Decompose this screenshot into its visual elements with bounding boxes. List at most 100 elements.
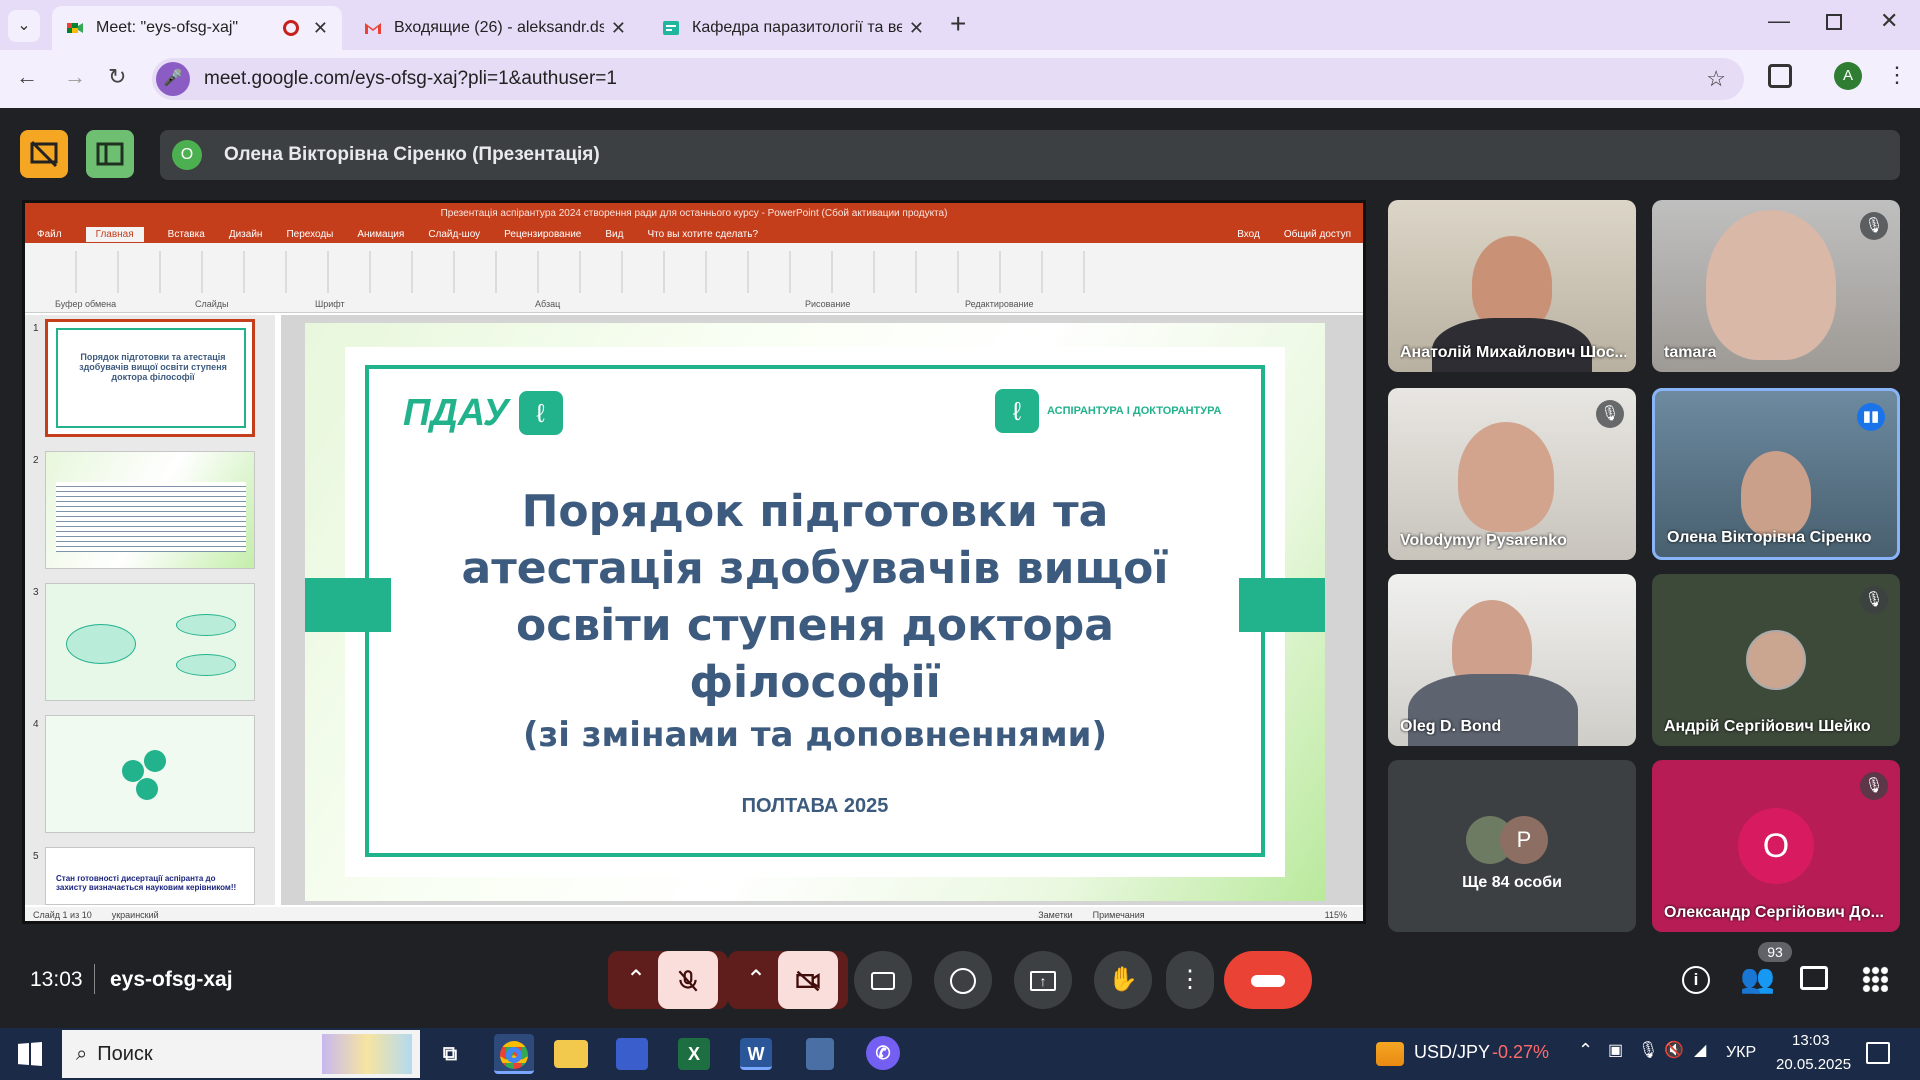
close-icon[interactable]: ✕ bbox=[611, 18, 626, 39]
search-highlight-image bbox=[322, 1034, 412, 1074]
meeting-details-button[interactable]: i bbox=[1682, 966, 1710, 994]
excel-icon[interactable]: X bbox=[678, 1038, 710, 1070]
profile-avatar[interactable]: A bbox=[1834, 62, 1862, 90]
bookmark-star-icon[interactable]: ☆ bbox=[1706, 66, 1726, 92]
participant-tile[interactable]: 🎙 Volodymyr Pysarenko bbox=[1388, 388, 1636, 560]
status-zoom: 115% bbox=[1324, 910, 1347, 920]
more-options-button[interactable]: ⋮ bbox=[1166, 951, 1214, 1009]
taskbar-search[interactable]: ⌕ Поиск bbox=[62, 1030, 420, 1078]
slide-thumbnail bbox=[45, 715, 255, 833]
raise-hand-button[interactable]: ✋ bbox=[1094, 951, 1152, 1009]
thumb-number: 2 bbox=[33, 455, 39, 466]
ticker-symbol[interactable]: USD/JPY bbox=[1414, 1042, 1490, 1063]
tray-overflow-icon[interactable]: ⌃ bbox=[1578, 1040, 1593, 1061]
participant-tile[interactable]: 🎙 tamara bbox=[1652, 200, 1900, 372]
url-text: meet.google.com/eys-ofsg-xaj?pli=1&authu… bbox=[204, 68, 617, 89]
participant-tile[interactable]: 🎙 Андрій Сергійович Шейко bbox=[1652, 574, 1900, 746]
reactions-button[interactable] bbox=[934, 951, 992, 1009]
task-view-button[interactable]: ⧉ bbox=[430, 1034, 470, 1074]
status-comments: Примечания bbox=[1092, 910, 1145, 920]
tab-meet[interactable]: Meet: "eys-ofsg-xaj" ✕ bbox=[52, 6, 342, 50]
close-icon[interactable]: ✕ bbox=[909, 18, 924, 39]
people-button[interactable]: 👥 bbox=[1740, 962, 1775, 995]
mic-off-icon: 🎙 bbox=[1860, 772, 1888, 800]
tab-sites[interactable]: Кафедра паразитології та вете ✕ bbox=[648, 6, 938, 50]
gmail-icon bbox=[365, 23, 381, 34]
google-meet-icon bbox=[67, 23, 83, 33]
tab-gmail[interactable]: Входящие (26) - aleksandr.ds86 ✕ bbox=[350, 6, 640, 50]
meet-tray-icon[interactable]: ▣ bbox=[1608, 1040, 1623, 1060]
participant-name: Олександр Сергійович До... bbox=[1664, 904, 1884, 921]
browser-menu-icon[interactable]: ⋮ bbox=[1886, 62, 1908, 88]
captions-icon bbox=[871, 971, 895, 990]
restore-button[interactable] bbox=[1826, 14, 1842, 30]
ppt-menu-design: Дизайн bbox=[228, 228, 263, 240]
minimize-button[interactable]: — bbox=[1768, 8, 1790, 34]
extensions-icon[interactable] bbox=[1768, 64, 1792, 88]
emoji-icon bbox=[950, 967, 976, 994]
more-participants-tile[interactable]: P Ще 84 особи bbox=[1388, 760, 1636, 932]
end-call-icon bbox=[1251, 974, 1285, 987]
new-tab-button[interactable]: + bbox=[950, 8, 966, 40]
leaf-logo-icon: ℓ bbox=[995, 389, 1039, 433]
clock-date[interactable]: 20.05.2025 bbox=[1776, 1056, 1851, 1073]
volume-muted-icon[interactable]: 🔇 bbox=[1664, 1040, 1684, 1060]
close-icon[interactable]: ✕ bbox=[313, 18, 328, 39]
clock-time[interactable]: 13:03 bbox=[1792, 1032, 1830, 1049]
ribbon-group-clipboard: Буфер обмена bbox=[55, 299, 117, 309]
present-now-button[interactable]: ↑ bbox=[1014, 951, 1072, 1009]
chrome-taskbar-icon[interactable] bbox=[494, 1034, 534, 1074]
slide-band-left bbox=[305, 578, 391, 632]
ppt-menu-insert: Вставка bbox=[167, 228, 205, 240]
file-explorer-icon[interactable] bbox=[554, 1040, 588, 1068]
camera-toggle-button[interactable] bbox=[778, 951, 838, 1009]
tab-search-button[interactable]: ⌄ bbox=[8, 10, 40, 42]
ppt-ribbon: Буфер обмена Слайды Шрифт Абзац Рисовани… bbox=[25, 243, 1363, 313]
ppt-menu-home: Главная bbox=[85, 226, 144, 242]
layout-button[interactable] bbox=[86, 130, 134, 178]
forward-button[interactable]: → bbox=[64, 64, 86, 90]
ppt-menu-view: Вид bbox=[605, 228, 624, 240]
present-off-icon bbox=[30, 140, 58, 168]
word-icon[interactable]: W bbox=[740, 1038, 772, 1070]
calculator-icon[interactable] bbox=[806, 1038, 834, 1070]
slide-thumbnail bbox=[45, 583, 255, 701]
captions-button[interactable] bbox=[854, 951, 912, 1009]
keyboard-language[interactable]: УКР bbox=[1726, 1044, 1756, 1062]
leave-call-button[interactable] bbox=[1224, 951, 1312, 1009]
viber-icon[interactable]: ✆ bbox=[866, 1036, 900, 1070]
presenter-avatar: O bbox=[172, 140, 202, 170]
chat-button[interactable] bbox=[1800, 966, 1828, 990]
ribbon-group-drawing: Рисование bbox=[805, 299, 851, 309]
mic-toggle-button[interactable] bbox=[658, 951, 718, 1009]
activities-button[interactable] bbox=[1862, 966, 1888, 992]
ribbon-controls bbox=[35, 251, 1115, 293]
participant-tile[interactable]: Oleg D. Bond bbox=[1388, 574, 1636, 746]
layout-icon bbox=[96, 142, 124, 166]
address-bar[interactable]: 🎤 meet.google.com/eys-ofsg-xaj?pli=1&aut… bbox=[152, 58, 1744, 100]
divider bbox=[94, 964, 95, 994]
pdau-logo: ПДАУ ℓ bbox=[403, 391, 563, 435]
notifications-icon[interactable] bbox=[1866, 1042, 1890, 1064]
ppt-menu-file: Файл bbox=[37, 228, 62, 240]
speaking-icon: ▮▮ bbox=[1857, 403, 1885, 431]
microphone-tray-icon[interactable]: 🎙 bbox=[1638, 1040, 1658, 1060]
back-button[interactable]: ← bbox=[16, 64, 38, 90]
participant-tile[interactable]: Анатолій Михайлович Шос... bbox=[1388, 200, 1636, 372]
reload-button[interactable]: ↻ bbox=[108, 64, 126, 90]
stop-presenting-button[interactable] bbox=[20, 130, 68, 178]
slide-title: Порядок підготовки та атестація здобувач… bbox=[461, 486, 1169, 708]
ribbon-group-slides: Слайды bbox=[195, 299, 229, 309]
presentation-stage: Презентація аспірантура 2024 створення р… bbox=[22, 200, 1366, 924]
participant-name: tamara bbox=[1664, 344, 1717, 361]
start-button[interactable] bbox=[18, 1042, 42, 1066]
wifi-icon[interactable]: ◢ bbox=[1694, 1040, 1706, 1060]
thumb-text: Стан готовності дисертації аспіранта до … bbox=[56, 874, 237, 892]
search-placeholder: Поиск bbox=[97, 1042, 153, 1065]
site-info-icon[interactable]: 🎤 bbox=[156, 62, 190, 96]
save-app-icon[interactable] bbox=[616, 1038, 648, 1070]
participant-tile[interactable]: ▮▮ Олена Вікторівна Сіренко bbox=[1652, 388, 1900, 560]
participant-tile[interactable]: О 🎙 Олександр Сергійович До... bbox=[1652, 760, 1900, 932]
tab-title: Кафедра паразитології та вете bbox=[692, 19, 902, 36]
close-window-button[interactable]: ✕ bbox=[1880, 8, 1898, 34]
